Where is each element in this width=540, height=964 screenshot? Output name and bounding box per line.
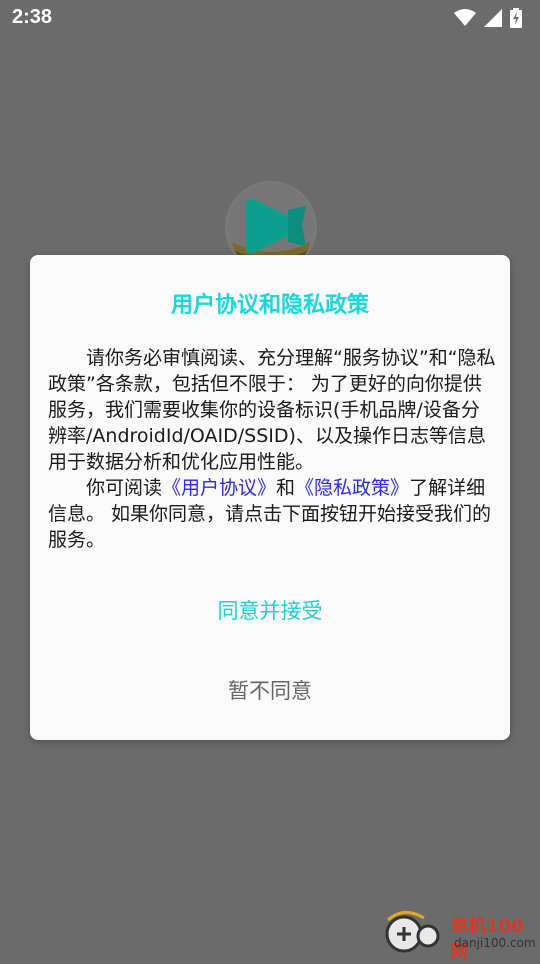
privacy-policy-link[interactable]: 《隐私政策》 bbox=[295, 477, 409, 499]
privacy-dialog: 用户协议和隐私政策 请你务必审慎阅读、充分理解“服务协议”和“隐私政策”各条款，… bbox=[30, 255, 510, 740]
signal-icon bbox=[484, 9, 502, 27]
dialog-paragraph-1: 请你务必审慎阅读、充分理解“服务协议”和“隐私政策”各条款，包括但不限于： 为了… bbox=[48, 347, 496, 473]
reject-button[interactable]: 暂不同意 bbox=[30, 675, 510, 705]
wifi-icon bbox=[454, 9, 476, 26]
dialog-paragraph-2: 你可阅读《用户协议》和《隐私政策》了解详细信息。 如果你同意，请点击下面按钮开始… bbox=[48, 475, 498, 553]
battery-charging-icon bbox=[510, 8, 522, 28]
status-icons bbox=[454, 6, 522, 30]
watermark-url: danji100.com bbox=[454, 936, 536, 950]
watermark-logo-icon bbox=[385, 911, 440, 953]
user-agreement-link[interactable]: 《用户协议》 bbox=[162, 477, 276, 499]
watermark: 单机100网 danji100.com bbox=[384, 910, 536, 963]
status-bar: 2:38 bbox=[0, 0, 540, 36]
para2-and: 和 bbox=[276, 477, 296, 499]
accept-button[interactable]: 同意并接受 bbox=[30, 595, 510, 625]
dialog-title: 用户协议和隐私政策 bbox=[170, 293, 369, 318]
para2-prefix: 你可阅读 bbox=[86, 477, 163, 499]
status-time: 2:38 bbox=[12, 6, 53, 28]
dialog-body: 请你务必审慎阅读、充分理解“服务协议”和“隐私政策”各条款，包括但不限于： 为了… bbox=[48, 345, 498, 553]
